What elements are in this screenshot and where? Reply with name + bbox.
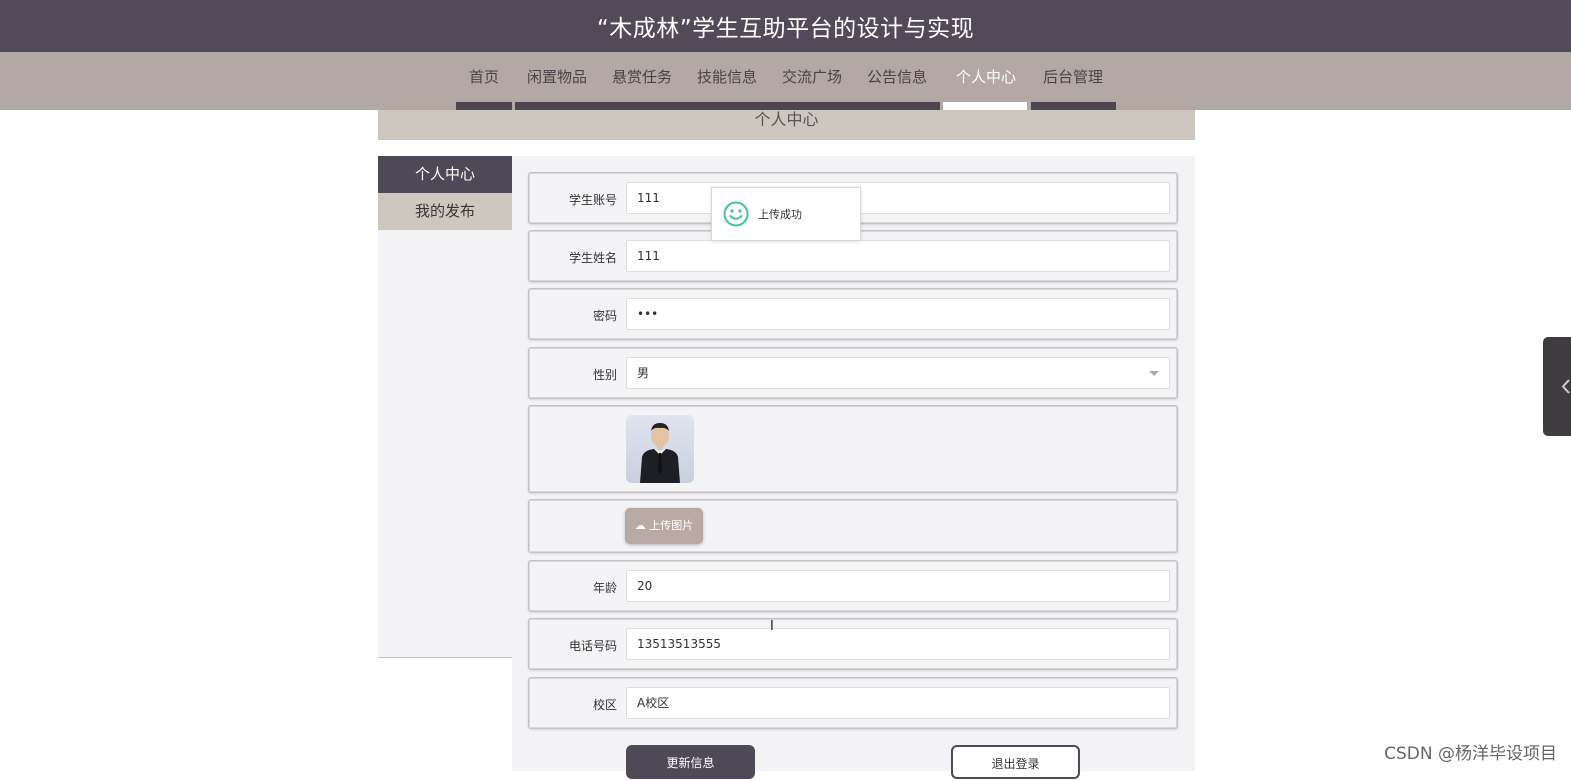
upload-image-button[interactable]: ☁ 上传图片 bbox=[625, 508, 703, 544]
name-label: 学生姓名 bbox=[568, 251, 617, 265]
account-input[interactable]: 111 bbox=[626, 182, 1170, 214]
nav-underline-active bbox=[943, 102, 1027, 110]
site-header: “木成林”学生互助平台的设计与实现 bbox=[0, 0, 1571, 52]
text-cursor-icon: I bbox=[770, 619, 774, 634]
cloud-upload-icon: ☁ bbox=[634, 519, 646, 532]
toast-message: 上传成功 bbox=[758, 208, 802, 221]
gender-selected-value: 男 bbox=[637, 366, 650, 380]
nav-announcements[interactable]: 公告信息 bbox=[861, 52, 933, 102]
nav-community[interactable]: 交流广场 bbox=[776, 52, 848, 102]
phone-label: 电话号码 bbox=[568, 639, 617, 653]
nav-personal-center[interactable]: 个人中心 bbox=[946, 52, 1026, 102]
nav-underline bbox=[1031, 102, 1116, 110]
form-row-gender: 性别 男 bbox=[528, 347, 1178, 399]
chevron-left-icon bbox=[1561, 379, 1570, 394]
form-row-age: 年龄 20 bbox=[528, 560, 1178, 612]
form-row-phone: 电话号码 13513513555 bbox=[528, 618, 1178, 670]
gender-label: 性别 bbox=[592, 368, 617, 382]
logout-button[interactable]: 退出登录 bbox=[951, 745, 1080, 779]
phone-input[interactable]: 13513513555 bbox=[626, 628, 1170, 660]
upload-success-toast: 上传成功 bbox=[711, 187, 861, 241]
section-title: 个人中心 bbox=[378, 110, 1195, 140]
form-row-campus: 校区 A校区 bbox=[528, 677, 1178, 729]
main-nav: 首页 闲置物品 悬赏任务 技能信息 交流广场 公告信息 个人中心 后台管理 bbox=[0, 52, 1571, 110]
update-info-button[interactable]: 更新信息 bbox=[626, 745, 755, 779]
nav-admin[interactable]: 后台管理 bbox=[1034, 52, 1112, 102]
nav-idle-items[interactable]: 闲置物品 bbox=[521, 52, 593, 102]
form-row-password: 密码 ••• bbox=[528, 288, 1178, 340]
sidebar: 个人中心 我的发布 bbox=[378, 156, 512, 658]
nav-reward-tasks[interactable]: 悬赏任务 bbox=[606, 52, 678, 102]
account-label: 学生账号 bbox=[568, 193, 617, 207]
age-input[interactable]: 20 bbox=[626, 570, 1170, 602]
gender-select[interactable]: 男 bbox=[626, 357, 1170, 389]
nav-home[interactable]: 首页 bbox=[462, 52, 506, 102]
campus-input[interactable]: A校区 bbox=[626, 687, 1170, 719]
site-title: “木成林”学生互助平台的设计与实现 bbox=[596, 16, 975, 42]
upload-button-label: 上传图片 bbox=[649, 519, 694, 532]
password-label: 密码 bbox=[592, 309, 617, 323]
smile-icon bbox=[723, 201, 749, 227]
form-row-upload: ☁ 上传图片 bbox=[528, 499, 1178, 553]
watermark: CSDN @杨洋毕设项目 bbox=[1384, 744, 1557, 764]
name-input[interactable]: 111 bbox=[626, 240, 1170, 272]
nav-skill-info[interactable]: 技能信息 bbox=[691, 52, 763, 102]
nav-underline bbox=[515, 102, 940, 110]
side-drawer-toggle[interactable] bbox=[1543, 337, 1571, 436]
sidebar-item-personal-center[interactable]: 个人中心 bbox=[378, 156, 512, 193]
campus-label: 校区 bbox=[592, 698, 617, 712]
chevron-down-icon bbox=[1149, 371, 1159, 376]
avatar bbox=[626, 415, 694, 483]
form-row-avatar bbox=[528, 405, 1178, 493]
nav-underline bbox=[456, 102, 512, 110]
sidebar-item-my-posts[interactable]: 我的发布 bbox=[378, 193, 512, 230]
age-label: 年龄 bbox=[592, 581, 617, 595]
password-input[interactable]: ••• bbox=[626, 298, 1170, 330]
